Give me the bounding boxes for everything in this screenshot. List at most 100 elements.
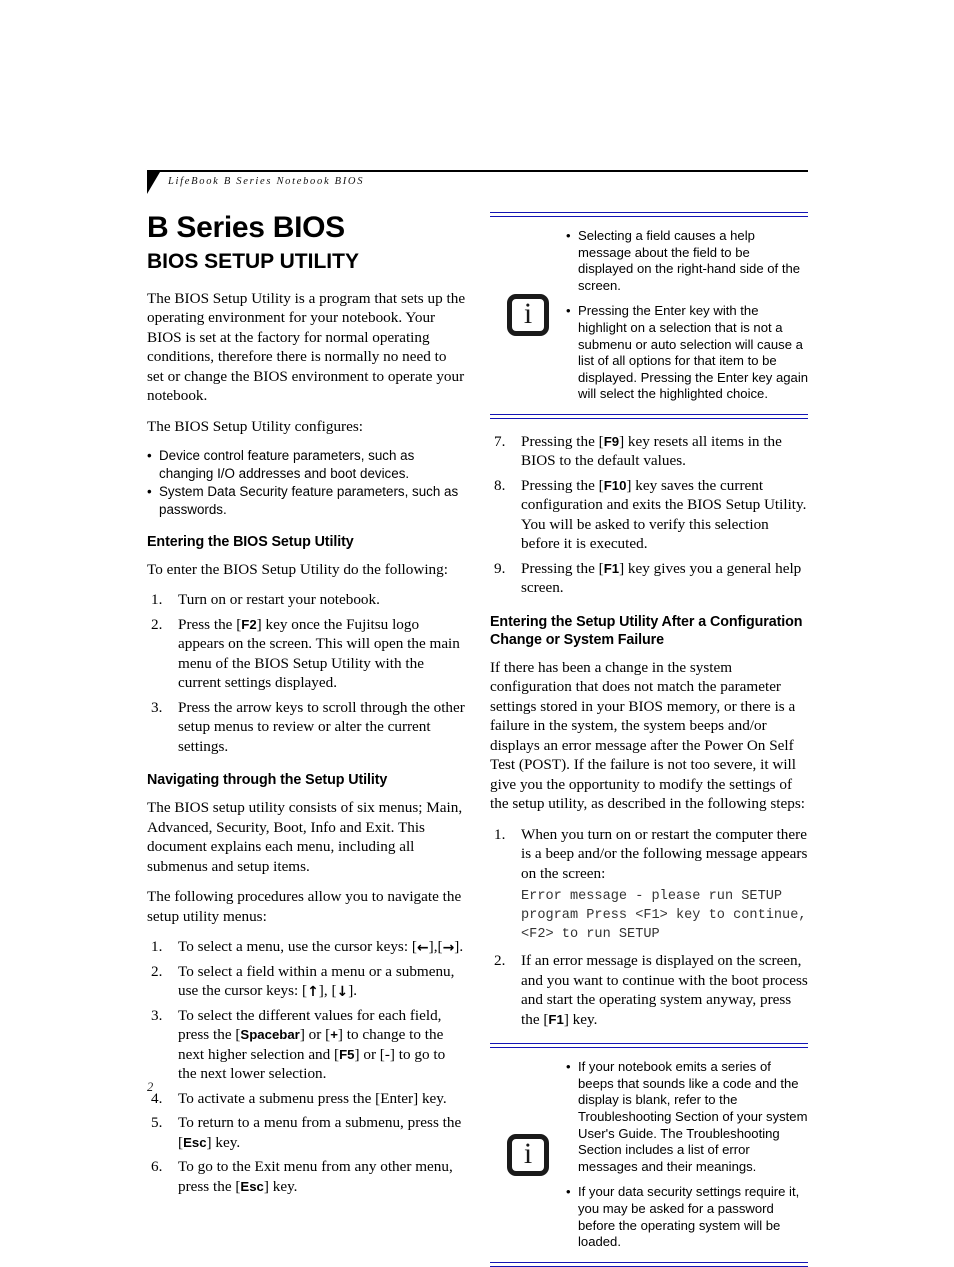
step-number: 5. [151,1114,163,1132]
list-item: 2. If an error message is displayed on th… [490,951,808,1029]
arrow-down-icon: ↓ [336,984,349,1001]
step-text: ] key. [563,1010,598,1028]
list-item: 2. Press the [F2] key once the Fujitsu lo… [147,615,467,693]
info-icon: i [507,294,549,337]
note-rule-bottom [490,413,808,419]
step-text: Pressing the [ [521,559,604,577]
note-rule-bottom [490,1261,808,1267]
header-triangle-mark [147,172,160,194]
step-number: 2. [151,615,163,633]
note-icon-container: i [490,294,566,337]
step-text: To activate a submenu press the [Enter] … [178,1089,447,1107]
list-item: 4. To activate a submenu press the [Enter… [147,1089,467,1109]
entering-steps-list: 1. Turn on or restart your notebook. 2. Pr… [147,590,467,756]
procedures-lead: The following procedures allow you to na… [147,888,462,925]
step-number: 1. [151,591,163,609]
arrow-right-icon: → [442,940,455,957]
list-item: 1. When you turn on or restart the comput… [490,825,808,945]
left-column: B Series BIOS BIOS SETUP UTILITY The BIO… [147,212,467,1207]
document-page: LifeBook B Series Notebook BIOS B Series… [0,0,954,1267]
list-item: If your data security settings require i… [566,1184,808,1250]
step-text: ],[ [428,938,443,956]
list-item: 9. Pressing the [F1] key gives you a gene… [490,559,808,598]
list-item: 6. To go to the Exit menu from any other … [147,1157,467,1196]
step-text: Pressing the [ [521,432,604,450]
key-label: F10 [603,477,627,493]
navigating-paragraph: The BIOS setup utility consists of six m… [147,799,463,875]
page-title: B Series BIOS [147,211,345,244]
configures-bullet-list: Device control feature parameters, such … [147,447,467,518]
list-item: System Data Security feature parameters,… [147,483,467,518]
note-bullet-list: Selecting a field causes a help message … [566,228,808,403]
note-body: i Selecting a field causes a help messag… [490,217,808,414]
note-box-top: i Selecting a field causes a help messag… [490,212,808,419]
key-label: F2 [241,616,257,632]
running-head: LifeBook B Series Notebook BIOS [168,176,365,187]
failure-paragraph: If there has been a change in the system… [490,658,805,813]
note-bullet-list: If your notebook emits a series of beeps… [566,1059,808,1251]
section-heading-failure: Entering the Setup Utility After a Confi… [490,613,803,648]
error-message-block: Error message - please run SETUP program… [521,889,807,943]
key-label: Spacebar [240,1027,300,1043]
step-text: ] or [ [299,1026,331,1044]
step-number: 4. [151,1089,163,1107]
list-item: 3. To select the different values for eac… [147,1006,467,1084]
list-item: 1. To select a menu, use the cursor keys:… [147,937,467,957]
step-text: When you turn on or restart the computer… [521,825,808,882]
list-item: 2. To select a field within a menu or a s… [147,962,467,1001]
steps-continued-list: 7. Pressing the [F9] key resets all items… [490,432,808,598]
key-label: + [330,1027,338,1043]
step-number: 7. [494,432,506,450]
step-text: Press the [ [178,615,242,633]
step-number: 1. [494,825,506,843]
step-text: ] key. [263,1177,298,1195]
page-subtitle: BIOS SETUP UTILITY [147,249,359,273]
key-label: F5 [339,1046,355,1062]
navigation-steps-list: 1. To select a menu, use the cursor keys:… [147,937,467,1196]
key-label: F1 [603,560,620,576]
list-item: 3. Press the arrow keys to scroll through… [147,698,467,757]
list-item: 1. Turn on or restart your notebook. [147,590,467,610]
step-text: Turn on or restart your notebook. [178,591,380,609]
step-number: 6. [151,1158,163,1176]
note-box-bottom: i If your notebook emits a series of bee… [490,1043,808,1267]
step-number: 2. [494,952,506,970]
step-number: 2. [151,962,163,980]
step-text: To select a menu, use the cursor keys: [ [178,938,417,956]
arrow-up-icon: ↑ [307,984,319,1001]
section-heading-entering-bios: Entering the BIOS Setup Utility [147,534,354,551]
info-icon: i [507,1133,549,1176]
arrow-left-icon: ← [416,940,429,957]
note-content: If your notebook emits a series of beeps… [566,1059,808,1251]
step-number: 9. [494,559,506,577]
list-item: 8. Pressing the [F10] key saves the curre… [490,476,808,554]
step-text: Press the arrow keys to scroll through t… [178,698,465,755]
section-heading-navigating: Navigating through the Setup Utility [147,772,388,789]
step-text: ]. [454,938,464,956]
configures-lead: The BIOS Setup Utility configures: [147,417,363,435]
list-item: If your notebook emits a series of beeps… [566,1059,808,1175]
step-text: ], [ [318,982,337,1000]
header-rule [147,170,808,172]
step-number: 3. [151,1006,163,1024]
key-label: F9 [603,433,620,449]
step-text: ]. [348,982,358,1000]
key-label: Esc [240,1178,264,1194]
key-label: F1 [548,1011,564,1027]
note-icon-container: i [490,1133,566,1176]
failure-steps-list: 1. When you turn on or restart the comput… [490,825,808,1030]
note-body: i If your notebook emits a series of bee… [490,1048,808,1262]
entering-lead: To enter the BIOS Setup Utility do the f… [147,560,448,578]
note-content: Selecting a field causes a help message … [566,228,808,403]
right-column: i Selecting a field causes a help messag… [490,212,808,1267]
step-text: Pressing the [ [521,476,604,494]
list-item: Pressing the Enter key with the highligh… [566,303,808,403]
step-text: ] key. [206,1133,241,1151]
key-label: Esc [183,1134,207,1150]
list-item: Device control feature parameters, such … [147,447,467,482]
list-item: Selecting a field causes a help message … [566,228,808,294]
intro-paragraph: The BIOS Setup Utility is a program that… [147,289,466,405]
list-item: 5. To return to a menu from a submenu, pr… [147,1113,467,1152]
step-number: 3. [151,698,163,716]
list-item: 7. Pressing the [F9] key resets all items… [490,432,808,471]
